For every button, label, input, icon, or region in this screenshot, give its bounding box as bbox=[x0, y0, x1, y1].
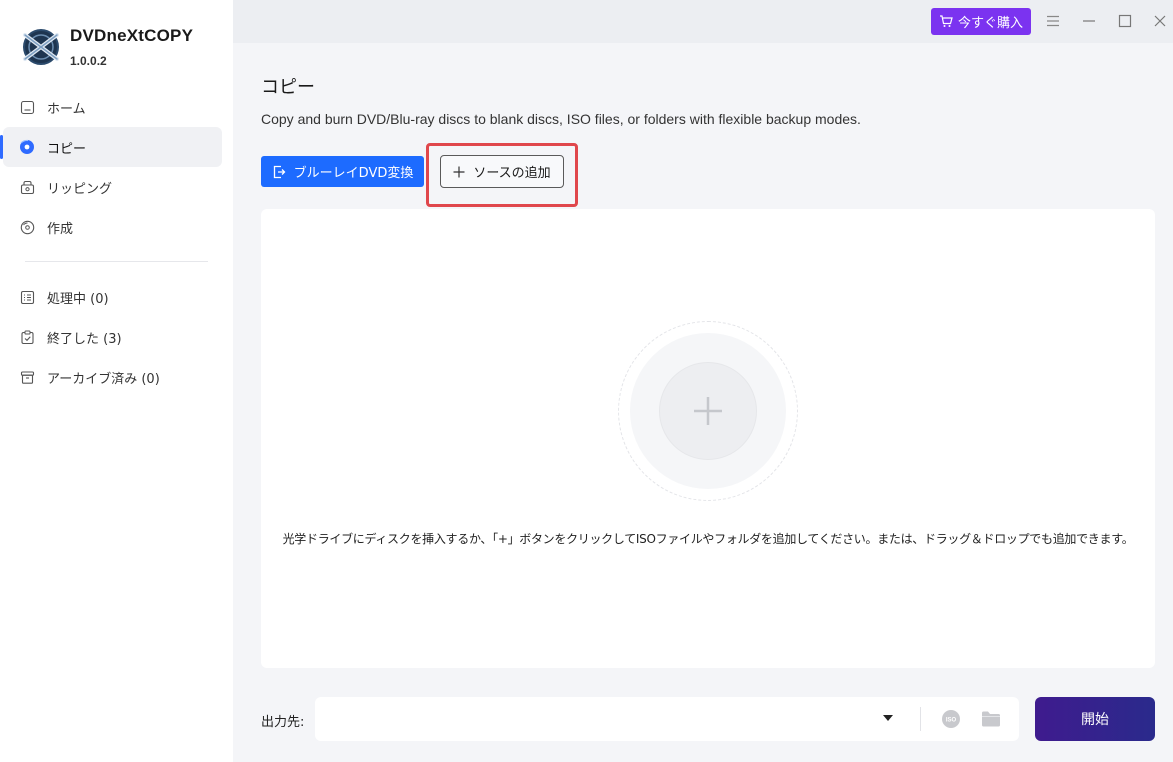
app-name: DVDneXtCOPY bbox=[70, 26, 194, 45]
iso-icon[interactable]: ISO bbox=[941, 709, 961, 729]
drop-zone[interactable]: 光学ドライブにディスクを挿入するか、「+」ボタンをクリックしてISOファイルやフ… bbox=[261, 209, 1155, 668]
sidebar-divider bbox=[25, 261, 208, 262]
home-icon bbox=[19, 99, 35, 115]
sidebar-nav: ホーム コピー リッピング 作成 処理中 (0) 終了した (3) アーカイブ済… bbox=[0, 87, 233, 397]
sidebar-item-copy[interactable]: コピー bbox=[0, 127, 222, 167]
output-label: 出力先: bbox=[261, 715, 305, 730]
output-destination-select[interactable]: ISO bbox=[315, 697, 1019, 741]
plus-icon bbox=[453, 166, 465, 177]
title-bar: 今すぐ購入 bbox=[233, 0, 1173, 43]
close-icon[interactable] bbox=[1151, 12, 1169, 30]
app-version: 1.0.0.2 bbox=[70, 54, 107, 68]
sidebar-item-label: 終了した (3) bbox=[47, 331, 122, 347]
convert-icon bbox=[273, 165, 286, 178]
sidebar-item-ripping[interactable]: リッピング bbox=[3, 167, 222, 207]
page-title: コピー bbox=[261, 77, 315, 98]
sidebar: DVDneXtCOPY 1.0.0.2 ホーム コピー リッピング 作成 処理中… bbox=[0, 0, 233, 762]
buy-now-label: 今すぐ購入 bbox=[957, 16, 1023, 31]
sidebar-item-label: コピー bbox=[47, 141, 87, 157]
buy-now-button[interactable]: 今すぐ購入 bbox=[931, 8, 1031, 35]
add-source-label: ソースの追加 bbox=[473, 166, 551, 181]
clipboard-check-icon bbox=[19, 329, 35, 345]
main-content: コピー Copy and burn DVD/Blu-ray discs to b… bbox=[233, 43, 1173, 762]
sidebar-item-finished[interactable]: 終了した (3) bbox=[3, 317, 222, 357]
add-source-button[interactable]: ソースの追加 bbox=[440, 155, 564, 188]
start-button[interactable]: 開始 bbox=[1035, 697, 1155, 741]
add-source-circle-button[interactable] bbox=[618, 321, 798, 501]
sidebar-item-archived[interactable]: アーカイブ済み (0) bbox=[3, 357, 222, 397]
chevron-down-icon[interactable] bbox=[883, 715, 893, 721]
page-description: Copy and burn DVD/Blu-ray discs to blank… bbox=[261, 111, 861, 127]
drop-hint-text: 光学ドライブにディスクを挿入するか、「+」ボタンをクリックしてISOファイルやフ… bbox=[282, 532, 1134, 546]
plus-icon bbox=[694, 397, 722, 425]
sidebar-item-create[interactable]: 作成 bbox=[3, 207, 222, 247]
iso-icon-text: ISO bbox=[946, 717, 957, 723]
maximize-icon[interactable] bbox=[1116, 12, 1134, 30]
output-separator bbox=[920, 707, 921, 731]
sidebar-item-label: アーカイブ済み (0) bbox=[47, 371, 160, 387]
sidebar-item-home[interactable]: ホーム bbox=[3, 87, 222, 127]
minimize-icon[interactable] bbox=[1080, 12, 1098, 30]
app-logo-icon bbox=[23, 29, 59, 65]
sidebar-item-label: 作成 bbox=[47, 221, 74, 237]
folder-icon[interactable] bbox=[980, 709, 1002, 729]
disc-icon bbox=[19, 139, 35, 155]
menu-icon[interactable] bbox=[1044, 12, 1062, 30]
bluray-dvd-convert-button[interactable]: ブルーレイDVD変換 bbox=[261, 156, 424, 187]
sidebar-item-label: ホーム bbox=[47, 101, 86, 117]
sidebar-item-label: リッピング bbox=[47, 181, 113, 197]
convert-button-label: ブルーレイDVD変換 bbox=[293, 166, 414, 181]
brand: DVDneXtCOPY 1.0.0.2 bbox=[20, 26, 193, 68]
list-icon bbox=[19, 289, 35, 305]
create-disc-icon bbox=[19, 219, 35, 235]
archive-box-icon bbox=[19, 369, 35, 385]
sidebar-item-processing[interactable]: 処理中 (0) bbox=[3, 277, 222, 317]
ripping-icon bbox=[19, 179, 35, 195]
cart-icon bbox=[939, 15, 953, 27]
sidebar-item-label: 処理中 (0) bbox=[47, 291, 109, 307]
